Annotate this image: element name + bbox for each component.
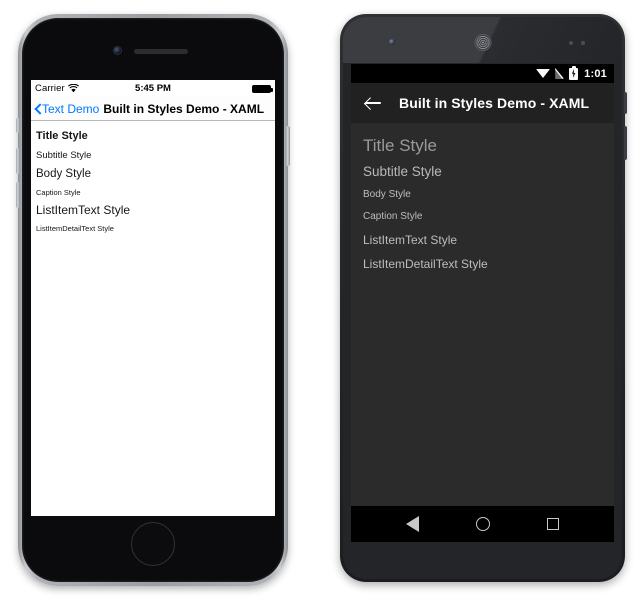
ios-status-bar: Carrier 5:45 PM bbox=[31, 80, 275, 97]
android-status-bar: 1:01 bbox=[351, 64, 614, 83]
android-navigation-bar bbox=[351, 506, 614, 542]
front-camera-icon bbox=[114, 47, 121, 54]
list-item-body-style: Body Style bbox=[363, 189, 411, 200]
back-button-label: Text Demo bbox=[42, 101, 100, 116]
light-sensor-icon bbox=[581, 41, 585, 45]
front-camera-icon bbox=[389, 39, 395, 45]
page-title: Built in Styles Demo - XAML bbox=[399, 95, 590, 111]
list-item-listitemtext-style: ListItemText Style bbox=[363, 233, 458, 247]
android-style-list: Title Style Subtitle Style Body Style Ca… bbox=[351, 123, 614, 506]
list-item-title-style: Title Style bbox=[363, 136, 438, 155]
iphone-screen: Carrier 5:45 PM Text Demo Built in Style… bbox=[31, 80, 275, 516]
ios-status-right bbox=[252, 84, 273, 93]
nav-recents-square-icon[interactable] bbox=[547, 518, 560, 530]
volume-down-button[interactable] bbox=[16, 182, 20, 208]
ios-style-list: Title Style Subtitle Style Body Style Ca… bbox=[31, 121, 275, 238]
android-clock: 1:01 bbox=[584, 67, 607, 80]
power-button[interactable] bbox=[624, 92, 627, 114]
charging-bolt-icon bbox=[571, 69, 576, 78]
list-item-caption-style: Caption Style bbox=[36, 188, 81, 197]
list-item-listitemtext-style: ListItemText Style bbox=[36, 203, 131, 217]
ios-nav-bar: Text Demo Built in Styles Demo - XAML bbox=[31, 97, 275, 121]
no-sim-icon bbox=[555, 68, 565, 79]
battery-charging-icon bbox=[569, 67, 579, 80]
ios-status-left: Carrier bbox=[35, 83, 79, 94]
list-item-subtitle-style: Subtitle Style bbox=[363, 164, 442, 179]
android-action-bar: Built in Styles Demo - XAML bbox=[351, 83, 614, 123]
volume-button[interactable] bbox=[624, 126, 627, 160]
list-item-listitemdetailtext-style: ListItemDetailText Style bbox=[363, 257, 488, 271]
android-device: 1:01 Built in Styles Demo - XAML Title S… bbox=[340, 14, 627, 582]
list-item-body-style: Body Style bbox=[36, 168, 91, 180]
nav-home-circle-icon[interactable] bbox=[475, 517, 490, 531]
list-item-caption-style: Caption Style bbox=[363, 211, 423, 222]
volume-up-button[interactable] bbox=[16, 148, 20, 174]
battery-full-icon bbox=[252, 84, 273, 93]
power-button[interactable] bbox=[286, 126, 290, 166]
earpiece-speaker-icon bbox=[474, 34, 491, 51]
silent-switch-button[interactable] bbox=[16, 118, 20, 133]
page-title: Built in Styles Demo - XAML bbox=[103, 101, 265, 116]
carrier-label: Carrier bbox=[35, 83, 65, 94]
iphone-device: Carrier 5:45 PM Text Demo Built in Style… bbox=[16, 14, 290, 586]
screenshot-canvas: Carrier 5:45 PM Text Demo Built in Style… bbox=[0, 0, 642, 600]
list-item-title-style: Title Style bbox=[36, 130, 88, 142]
back-button[interactable]: Text Demo bbox=[34, 102, 99, 116]
chevron-left-icon bbox=[34, 103, 41, 115]
earpiece-speaker-icon bbox=[134, 49, 188, 54]
list-item-listitemdetailtext-style: ListItemDetailText Style bbox=[36, 224, 114, 233]
android-screen: 1:01 Built in Styles Demo - XAML Title S… bbox=[351, 64, 614, 542]
arrow-back-icon[interactable] bbox=[364, 94, 382, 112]
nav-back-triangle-icon[interactable] bbox=[405, 516, 419, 532]
list-item-subtitle-style: Subtitle Style bbox=[36, 150, 92, 161]
proximity-sensor-icon bbox=[569, 41, 573, 45]
home-button[interactable] bbox=[131, 522, 175, 566]
wifi-icon bbox=[67, 84, 79, 93]
wifi-icon bbox=[536, 69, 551, 78]
